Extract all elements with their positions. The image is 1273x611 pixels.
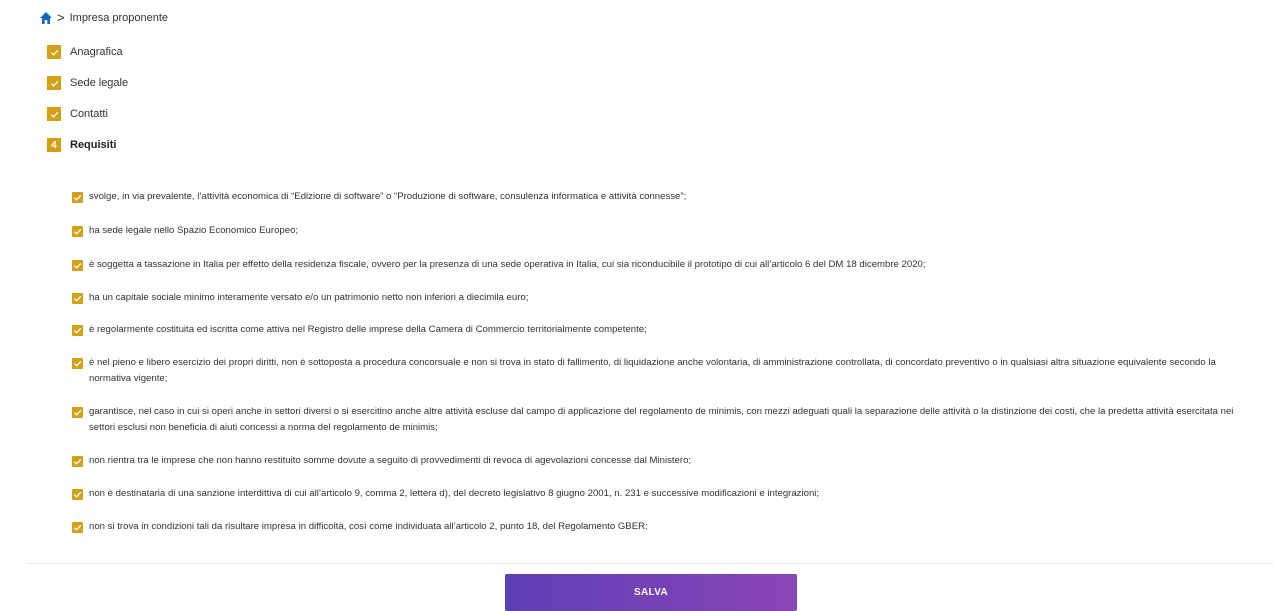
checkbox[interactable]	[72, 192, 83, 203]
step-label: Sede legale	[70, 77, 129, 89]
checkbox[interactable]	[72, 260, 83, 271]
requirement-text: svolge, in via prevalente, l’attività ec…	[89, 191, 687, 202]
requirement-item: ha sede legale nello Spazio Economico Eu…	[72, 225, 1259, 239]
requirement-text: non rientra tra le imprese che non hanno…	[89, 455, 692, 466]
step-contatti[interactable]: Contatti	[47, 106, 128, 122]
requirement-text: non si trova in condizioni tali da risul…	[89, 521, 648, 532]
checkbox[interactable]	[72, 226, 83, 237]
requirement-item: è regolarmente costituita ed iscritta co…	[72, 324, 1259, 338]
checkbox[interactable]	[72, 489, 83, 500]
breadcrumb-separator: >	[57, 10, 65, 25]
requirement-item: garantisce, nel caso in cui si operi anc…	[72, 406, 1259, 436]
requirement-text: è soggetta a tassazione in Italia per ef…	[89, 259, 926, 270]
step-label: Anagrafica	[70, 46, 123, 58]
requirement-item: è nel pieno e libero esercizio dei propr…	[72, 357, 1259, 387]
requirement-text: è nel pieno e libero esercizio dei propr…	[89, 357, 1216, 384]
checkmark-icon	[47, 45, 61, 59]
divider	[27, 563, 1273, 564]
step-number: 4	[47, 138, 61, 152]
requirement-text: garantisce, nel caso in cui si operi anc…	[89, 406, 1234, 433]
requirement-item: ha un capitale sociale minimo interament…	[72, 292, 1259, 306]
checkbox[interactable]	[72, 522, 83, 533]
requirement-text: non è destinataria di una sanzione inter…	[89, 488, 820, 499]
requirement-item: è soggetta a tassazione in Italia per ef…	[72, 259, 1259, 273]
step-sede-legale[interactable]: Sede legale	[47, 75, 128, 91]
home-icon[interactable]	[39, 11, 53, 25]
save-button[interactable]: SALVA	[505, 574, 797, 611]
requirement-item: non si trova in condizioni tali da risul…	[72, 521, 1259, 535]
step-requisiti[interactable]: 4 Requisiti	[47, 137, 128, 153]
checkbox[interactable]	[72, 456, 83, 467]
checkmark-icon	[47, 76, 61, 90]
requirement-text: è regolarmente costituita ed iscritta co…	[89, 324, 647, 335]
step-anagrafica[interactable]: Anagrafica	[47, 44, 128, 60]
breadcrumb: > Impresa proponente	[39, 10, 168, 26]
checkbox[interactable]	[72, 407, 83, 418]
stepper: Anagrafica Sede legale Contatti 4 Requis…	[47, 44, 128, 168]
checkbox[interactable]	[72, 293, 83, 304]
requirement-item: non è destinataria di una sanzione inter…	[72, 488, 1259, 502]
requirement-item: svolge, in via prevalente, l’attività ec…	[72, 191, 1259, 205]
checkmark-icon	[47, 107, 61, 121]
requirement-item: non rientra tra le imprese che non hanno…	[72, 455, 1259, 469]
step-label: Contatti	[70, 108, 108, 120]
checkbox[interactable]	[72, 358, 83, 369]
requirement-text: ha sede legale nello Spazio Economico Eu…	[89, 225, 299, 236]
breadcrumb-current: Impresa proponente	[69, 12, 169, 24]
step-label: Requisiti	[70, 139, 117, 151]
requirement-text: ha un capitale sociale minimo interament…	[89, 292, 529, 303]
checkbox[interactable]	[72, 325, 83, 336]
